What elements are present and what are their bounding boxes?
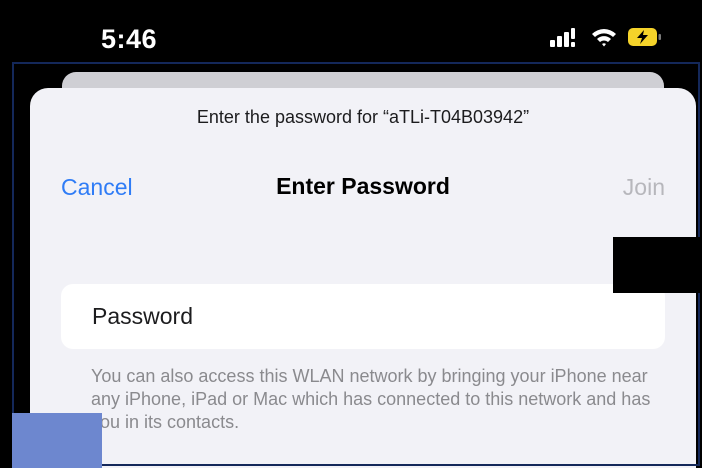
battery-charging-icon: [628, 27, 662, 47]
status-time: 5:46: [101, 24, 158, 54]
password-input[interactable]: [61, 284, 665, 349]
status-bar: 5:46: [0, 0, 702, 62]
cellular-signal-icon: [550, 27, 580, 47]
wlan-sharing-footnote: You can also access this WLAN network by…: [91, 366, 651, 432]
iphone-screen: 5:46 Enter the password for “aTLi-T04B03…: [0, 0, 702, 468]
enter-password-sheet: Enter the password for “aTLi-T04B03942” …: [30, 88, 696, 468]
join-button[interactable]: Join: [623, 174, 665, 201]
cancel-button[interactable]: Cancel: [61, 174, 133, 201]
wifi-icon: [590, 27, 618, 47]
network-prompt: Enter the password for “aTLi-T04B03942”: [196, 107, 530, 127]
redaction-box: [613, 237, 702, 293]
overlay-box: [12, 413, 102, 468]
status-icons: [550, 26, 662, 48]
